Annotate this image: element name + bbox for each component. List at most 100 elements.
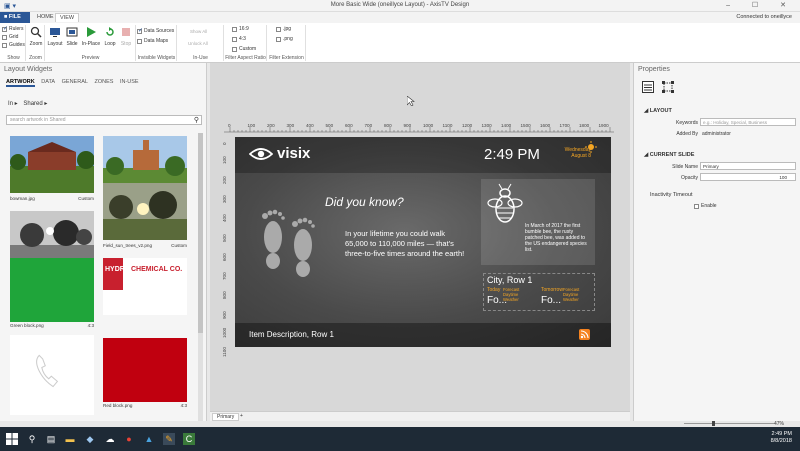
opacity-stepper[interactable]: 100 (700, 173, 796, 181)
layout-widgets-panel: Layout Widgets ARTWORK DATA GENERAL ZONE… (0, 63, 207, 427)
group-zoom: Zoom Zoom (27, 25, 45, 61)
unlock-all-button[interactable]: Unlock All (188, 41, 208, 46)
phone-icon (36, 354, 59, 388)
app-c-icon[interactable]: C (183, 433, 195, 445)
grid-checkbox[interactable]: Grid (2, 33, 25, 41)
search-icon[interactable]: ⚲ (194, 116, 199, 124)
thumb-field-sun-trees-v2[interactable]: Field_sun_trees_v2.png Custom (103, 183, 187, 248)
tab-general[interactable]: GENERAL (62, 79, 88, 85)
search-icon[interactable]: ⚲ (26, 433, 38, 445)
aspect-4-3-checkbox[interactable]: 4:3 (232, 35, 266, 43)
taskbar-clock[interactable]: 2:49 PM 8/8/2018 (771, 431, 792, 445)
ruler-label: 1500 (520, 123, 531, 128)
cloud-app-icon[interactable]: ☁ (104, 433, 116, 445)
task-view-icon[interactable]: ▤ (45, 433, 57, 445)
properties-panel: Properties ◢ LAYOUT Keywords e.g.: Holid… (633, 63, 800, 421)
inactivity-timeout-label: Inactivity Timeout (650, 192, 693, 198)
group-label: Filter Extension (269, 55, 304, 61)
ruler-label: 800 (222, 291, 227, 300)
aspect-custom-checkbox[interactable]: Custom (232, 45, 266, 53)
ruler-label: 600 (222, 253, 227, 261)
ruler-label: 900 (222, 311, 227, 319)
tab-in-use[interactable]: IN-USE (120, 79, 139, 85)
show-all-button[interactable]: Show All (190, 29, 207, 34)
thumb-hydrite[interactable]: HYDRITE CHEMICAL CO. Hydrite Chemical Co… (103, 258, 187, 315)
guides-checkbox[interactable]: Guides (2, 41, 25, 49)
fact-text: In your lifetime you could walk 65,000 t… (345, 229, 465, 258)
zoom-slider[interactable] (684, 423, 774, 424)
keywords-label: Keywords (676, 120, 698, 126)
in-place-button[interactable]: In-Place (81, 25, 101, 47)
group-label: Show (7, 55, 20, 61)
did-you-know-heading: Did you know? (325, 195, 404, 209)
slide-icon (66, 27, 78, 37)
tab-artwork[interactable]: ARTWORK (6, 79, 35, 87)
rulers-checkbox[interactable]: Rulers (2, 25, 25, 33)
window-controls[interactable]: – ☐ ✕ (726, 1, 796, 9)
thumb-green-block[interactable]: Green block.png 4:3 (10, 258, 94, 328)
app-cube-icon[interactable]: ◆ (84, 433, 96, 445)
tab-home[interactable]: HOME (33, 13, 58, 21)
zoom-slider-thumb[interactable] (712, 421, 715, 426)
aspect-16-9-checkbox[interactable]: 16:9 (232, 25, 266, 33)
thumb-red-block[interactable]: Red block.png 4:3 (103, 338, 187, 408)
today-label: Today (487, 287, 501, 293)
ruler-label: 0 (228, 123, 231, 128)
thumb-bowman[interactable]: bowman.jpg Custom (10, 136, 95, 201)
artwork-search-input[interactable]: search artwork in Shared ⚲ (6, 115, 202, 125)
group-label: In-Use (193, 55, 208, 61)
phone-image (10, 335, 94, 415)
current-slide-section-header[interactable]: ◢ CURRENT SLIDE (644, 152, 694, 158)
breadcrumb: In ▸ Shared ▸ (8, 101, 48, 107)
tab-data[interactable]: DATA (41, 79, 55, 85)
zoom-button[interactable]: Zoom (28, 25, 44, 47)
mouse-cursor-icon (407, 96, 415, 106)
ext-png-checkbox[interactable]: .png (276, 35, 305, 43)
keywords-input[interactable]: e.g.: Holiday, Special, Business (700, 118, 796, 126)
group-extension: .jpg .png Filter Extension (268, 25, 306, 61)
layout-section-header[interactable]: ◢ LAYOUT (644, 108, 672, 114)
tab-zones[interactable]: ZONES (94, 79, 113, 85)
tab-primary[interactable]: Primary (212, 413, 240, 421)
slide-preview[interactable]: visix 2:49 PM Wednesday August 8 Did you … (235, 137, 611, 347)
ext-jpg-checkbox[interactable]: .jpg (276, 25, 305, 33)
tomorrow-label: Tomorrow (541, 287, 563, 293)
thumb-tag: 4:3 (87, 323, 94, 328)
ruler-label: 200 (222, 175, 227, 184)
thumb-phone[interactable] (10, 335, 94, 415)
scroll-thumb[interactable] (198, 133, 203, 333)
tomorrow-forecast: Forecast Daytime Weather (563, 287, 580, 302)
clock-time: 2:49 PM (484, 146, 540, 163)
tab-file[interactable]: ■ FILE (0, 12, 30, 23)
monitor-icon (50, 28, 60, 37)
thumb-name: bowman.jpg (10, 196, 35, 201)
crumb-in[interactable]: In (8, 101, 13, 107)
selection-box-icon[interactable] (662, 81, 674, 93)
ruler-label: 700 (364, 123, 373, 128)
axistv-design-icon[interactable]: ✎ (163, 433, 175, 445)
enable-checkbox[interactable]: Enable (694, 202, 717, 210)
ruler-label: 1100 (442, 123, 453, 128)
properties-list-icon[interactable] (642, 81, 654, 93)
file-explorer-icon[interactable]: ▬ (64, 433, 76, 445)
design-canvas[interactable]: 0 100 200 300 400 500 600 700 800 900 1000 1100 1200… (210, 63, 630, 421)
app-triangle-icon[interactable]: ▲ (143, 433, 155, 445)
thumb-tag: Custom (171, 243, 187, 248)
layout-preview-button[interactable]: Layout (47, 25, 63, 47)
stop-button[interactable]: Stop (118, 25, 134, 47)
data-maps-checkbox[interactable]: Data Maps (137, 37, 176, 45)
group-label: Filter Aspect Ratio (225, 55, 266, 61)
horizontal-ruler (224, 127, 614, 133)
crumb-shared[interactable]: Shared (23, 101, 42, 107)
slide-preview-button[interactable]: Slide (64, 25, 80, 47)
tab-view[interactable]: VIEW (55, 13, 80, 22)
windows-start-icon[interactable] (6, 433, 18, 445)
add-slide-button[interactable]: + (240, 413, 243, 419)
slide-name-input[interactable]: Primary (700, 162, 796, 170)
stop-icon (122, 28, 130, 36)
group-aspect-ratio: 16:9 4:3 Custom Filter Aspect Ratio (225, 25, 267, 61)
data-sources-checkbox[interactable]: Data Sources (137, 27, 176, 35)
chrome-icon[interactable]: ● (123, 433, 135, 445)
scrollbar[interactable] (198, 133, 203, 423)
loop-button[interactable]: Loop (102, 25, 118, 47)
